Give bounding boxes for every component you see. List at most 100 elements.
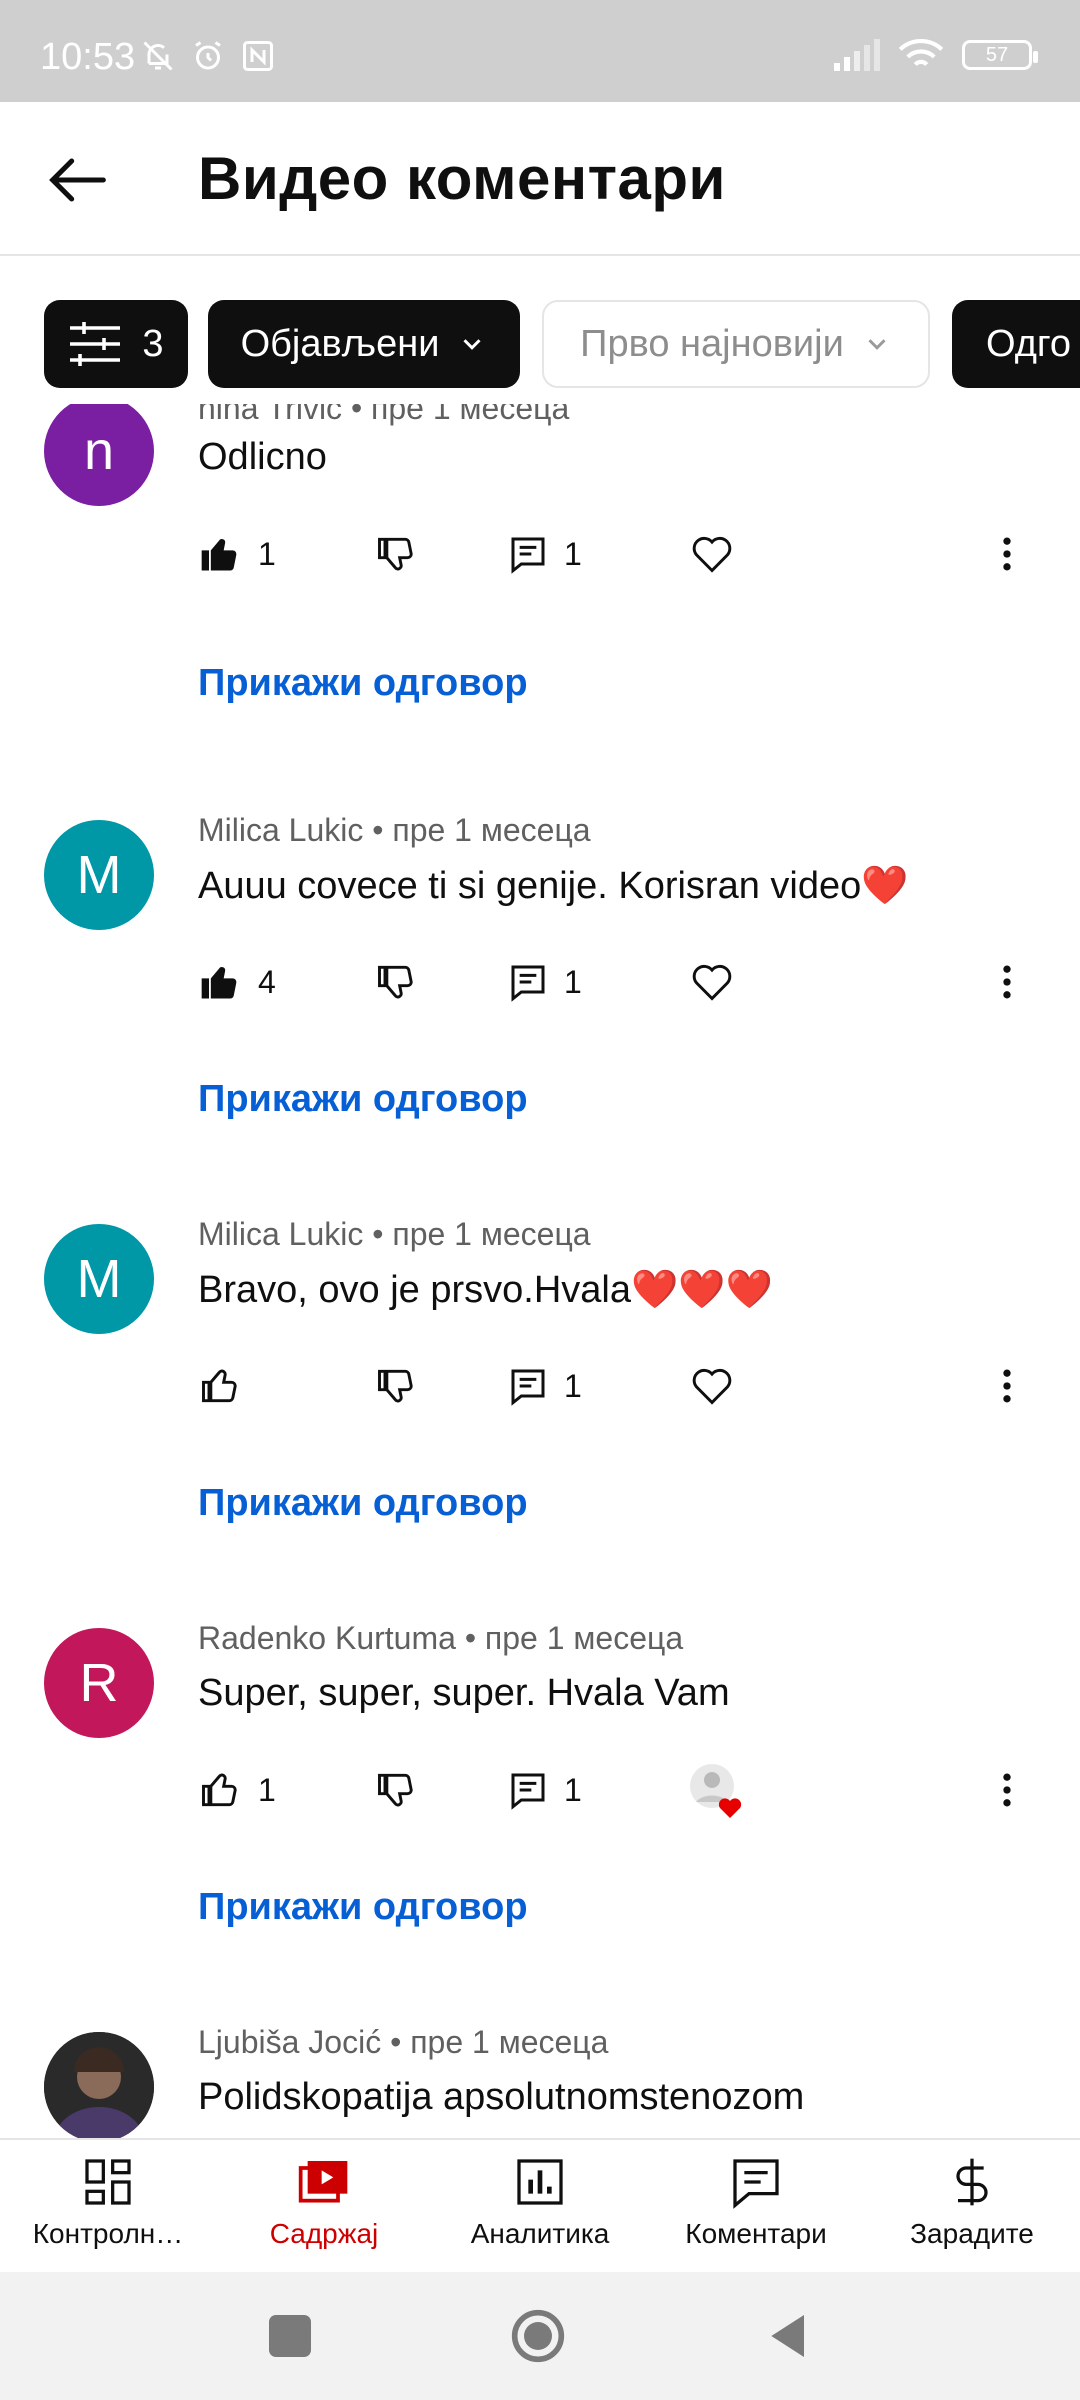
heart-outline-icon: [692, 1368, 732, 1405]
earn-icon: [956, 2158, 988, 2206]
status-bar: 10:53 57: [0, 0, 1080, 102]
more-options-button[interactable]: [992, 950, 1022, 1014]
comment-meta: Milica Lukic • пре 1 месеца: [198, 1216, 591, 1252]
comment-author[interactable]: Milica Lukic: [198, 1216, 363, 1252]
avatar[interactable]: M: [44, 1224, 154, 1334]
comments-list: n nina Trivic • пре 1 месеца Odlicno 1 1: [0, 404, 1080, 2138]
published-chip[interactable]: Објављени: [208, 300, 520, 388]
thumb-down-icon: [378, 1369, 413, 1403]
comment-item: M Milica Lukic • пре 1 месеца Auuu covec…: [0, 808, 1080, 1212]
more-options-button[interactable]: [992, 1354, 1022, 1418]
comment-icon: [511, 1369, 545, 1406]
nav-content[interactable]: Садржај: [216, 2140, 432, 2272]
profile-photo-icon: [44, 2032, 154, 2138]
show-replies-link[interactable]: Прикажи одговор: [198, 1482, 528, 1525]
comment-author[interactable]: Ljubiša Jocić: [198, 2024, 381, 2060]
more-vert-icon: [1003, 1773, 1011, 1807]
avatar-initial: n: [83, 421, 115, 481]
reply-button[interactable]: 1: [508, 950, 582, 1014]
avatar-initial: R: [79, 1653, 119, 1713]
nav-comments[interactable]: Коментари: [648, 2140, 864, 2272]
recents-button[interactable]: [262, 2308, 318, 2364]
published-chip-label: Објављени: [240, 322, 440, 365]
more-vert-icon: [1003, 1369, 1011, 1403]
comment-meta: Milica Lukic • пре 1 месеца: [198, 812, 591, 848]
thumb-up-icon: [202, 1773, 237, 1807]
comment-text: Odlicno: [198, 436, 327, 478]
avatar[interactable]: R: [44, 1628, 154, 1738]
heart-button[interactable]: [690, 950, 734, 1014]
avatar[interactable]: M: [44, 820, 154, 930]
comment-actions: 1 1: [198, 522, 1038, 586]
nav-analytics[interactable]: Аналитика: [432, 2140, 648, 2272]
like-count: 1: [258, 535, 276, 572]
dislike-button[interactable]: [374, 1354, 418, 1418]
dislike-button[interactable]: [374, 522, 418, 586]
avatar[interactable]: n: [44, 404, 154, 506]
like-button[interactable]: 1: [198, 1758, 276, 1822]
nav-dashboard[interactable]: Контролн…: [0, 2140, 216, 2272]
analytics-icon: [517, 2159, 563, 2205]
square-icon: [269, 2315, 311, 2357]
like-button[interactable]: 4: [198, 950, 276, 1014]
more-vert-icon: [1003, 965, 1011, 999]
show-replies-link[interactable]: Прикажи одговор: [198, 1886, 528, 1929]
comment-text: Auuu covece ti si genije. Korisran video…: [198, 865, 909, 907]
back-button[interactable]: [40, 142, 116, 218]
nav-label: Контролн…: [32, 2218, 184, 2249]
wifi-icon: [898, 39, 944, 67]
triangle-back-icon: [771, 2315, 804, 2357]
system-back-button[interactable]: [762, 2308, 818, 2364]
comment-item: R Radenko Kurtuma • пре 1 месеца Super, …: [0, 1616, 1080, 2020]
more-options-button[interactable]: [992, 1758, 1022, 1822]
show-replies-link[interactable]: Прикажи одговор: [198, 1078, 528, 1121]
comment-time: пре 1 месеца: [392, 812, 591, 848]
comment-author[interactable]: Radenko Kurtuma: [198, 1620, 456, 1656]
page-title: Видео коментари: [198, 145, 726, 212]
nav-label: Садржај: [269, 2218, 379, 2249]
creator-heart-icon: [690, 1764, 742, 1818]
nav-label: Зарадите: [910, 2218, 1034, 2249]
avatar-initial: M: [76, 1249, 122, 1309]
home-button[interactable]: [510, 2308, 566, 2364]
filter-sliders-icon: [70, 322, 121, 366]
heart-button[interactable]: [690, 1354, 734, 1418]
like-button[interactable]: 1: [198, 522, 276, 586]
response-chip[interactable]: Одго: [952, 300, 1080, 388]
creator-heart-button[interactable]: [686, 1758, 746, 1822]
reply-button[interactable]: 1: [508, 1354, 582, 1418]
battery-indicator: 57: [962, 40, 1038, 70]
home-circle-icon: [511, 2309, 565, 2363]
comment-meta: nina Trivic • пре 1 месеца: [198, 404, 569, 427]
bottom-nav: Контролн… Садржај Аналитика Коментари За…: [0, 2138, 1080, 2272]
more-options-button[interactable]: [992, 522, 1022, 586]
like-count: 4: [258, 963, 276, 1000]
comment-time: пре 1 месеца: [371, 404, 570, 426]
filter-chips: 3 Објављени Прво најновији Одго: [0, 300, 1080, 392]
filter-button[interactable]: 3: [44, 300, 188, 388]
avatar-initial: M: [76, 845, 122, 905]
comment-icon: [511, 537, 545, 574]
thumb-up-filled-icon: [201, 539, 237, 571]
dislike-button[interactable]: [374, 950, 418, 1014]
reply-button[interactable]: 1: [508, 1758, 582, 1822]
bell-off-icon: [143, 41, 173, 71]
sort-chip[interactable]: Прво најновији: [542, 300, 930, 388]
avatar[interactable]: [44, 2032, 154, 2138]
status-icons-right: 57: [834, 38, 1038, 72]
filter-count: 3: [142, 322, 164, 365]
show-replies-link[interactable]: Прикажи одговор: [198, 662, 528, 705]
heart-button[interactable]: [690, 522, 734, 586]
reply-button[interactable]: 1: [508, 522, 582, 586]
response-chip-label: Одго: [986, 322, 1072, 365]
dislike-button[interactable]: [374, 1758, 418, 1822]
reply-count: 1: [564, 1771, 582, 1808]
comment-time: пре 1 месеца: [410, 2024, 609, 2060]
heart-outline-icon: [692, 536, 732, 573]
reply-count: 1: [564, 1367, 582, 1404]
comment-author[interactable]: nina Trivic: [198, 404, 342, 426]
like-button[interactable]: [198, 1354, 242, 1418]
comment-author[interactable]: Milica Lukic: [198, 812, 363, 848]
comment-actions: 1 1: [198, 1758, 1038, 1822]
nav-earn[interactable]: Зарадите: [864, 2140, 1080, 2272]
